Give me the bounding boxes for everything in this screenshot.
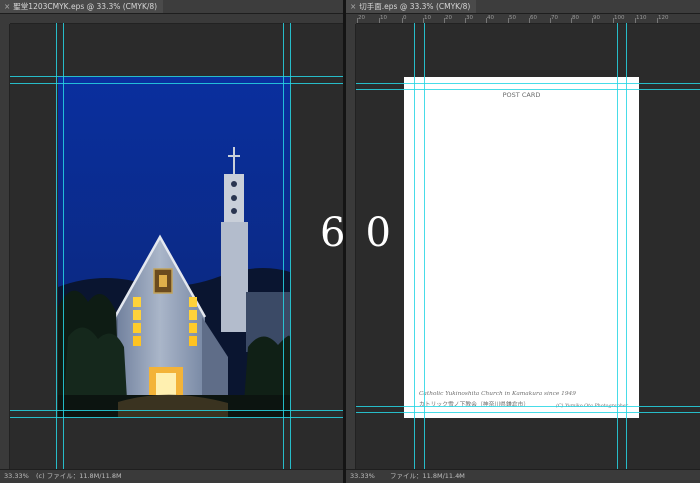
guide-horizontal[interactable] bbox=[10, 76, 343, 77]
postcard-heading: POST CARD bbox=[502, 91, 541, 99]
file-size-info: (c) ファイル：11.8M/11.8M bbox=[36, 472, 122, 480]
guide-vertical[interactable] bbox=[414, 23, 415, 470]
guide-vertical[interactable] bbox=[424, 23, 425, 470]
left-document-window: × 聖堂1203CMYK.eps @ 33.3% (CMYK/8) 33.33%… bbox=[0, 0, 343, 483]
church-photo-illustration bbox=[58, 77, 290, 417]
file-size-info: ファイル：11.8M/11.4M bbox=[390, 472, 465, 480]
ruler-label: 60 bbox=[529, 15, 537, 23]
ruler-label: 20 bbox=[357, 15, 365, 23]
left-status-bar: 33.33% (c) ファイル：11.8M/11.8M › bbox=[0, 469, 343, 483]
zoom-level[interactable]: 33.33% bbox=[350, 470, 375, 483]
overlay-number: 60 bbox=[320, 210, 411, 256]
guide-horizontal[interactable] bbox=[10, 83, 343, 84]
ruler-label: 0 bbox=[402, 15, 407, 23]
right-document-title: 切手面.eps @ 33.3% (CMYK/8) bbox=[359, 2, 471, 11]
guide-vertical[interactable] bbox=[63, 23, 64, 470]
church-photo bbox=[58, 77, 290, 417]
ruler-label: 90 bbox=[592, 15, 600, 23]
close-icon[interactable]: × bbox=[4, 2, 10, 11]
ruler-label: 10 bbox=[423, 15, 431, 23]
status-menu-caret-icon[interactable]: › bbox=[458, 470, 461, 483]
close-icon[interactable]: × bbox=[350, 2, 356, 11]
guide-vertical[interactable] bbox=[617, 23, 618, 470]
ruler-label: 20 bbox=[444, 15, 452, 23]
ruler-label: 30 bbox=[465, 15, 473, 23]
ruler-label: 40 bbox=[486, 15, 494, 23]
caption-english: Catholic Yukinoshita Church in Kamakura … bbox=[419, 391, 576, 397]
horizontal-ruler[interactable] bbox=[10, 14, 343, 24]
guide-vertical[interactable] bbox=[626, 23, 627, 470]
ruler-corner[interactable] bbox=[0, 14, 10, 24]
guide-horizontal[interactable] bbox=[356, 89, 700, 90]
zoom-level[interactable]: 33.33% bbox=[4, 470, 29, 483]
ruler-label: 70 bbox=[550, 15, 558, 23]
guide-horizontal[interactable] bbox=[356, 406, 700, 407]
ruler-label: 100 bbox=[613, 15, 625, 23]
vertical-ruler[interactable] bbox=[0, 24, 10, 469]
guide-horizontal[interactable] bbox=[10, 410, 343, 411]
guide-horizontal[interactable] bbox=[10, 417, 343, 418]
ruler-label: 10 bbox=[379, 15, 387, 23]
ruler-label: 50 bbox=[508, 15, 516, 23]
postcard-back: POST CARD Catholic Yukinoshita Church in… bbox=[404, 77, 639, 418]
left-document-tab[interactable]: × 聖堂1203CMYK.eps @ 33.3% (CMYK/8) bbox=[0, 0, 164, 13]
right-document-tab[interactable]: × 切手面.eps @ 33.3% (CMYK/8) bbox=[346, 0, 477, 13]
guide-vertical[interactable] bbox=[56, 23, 57, 470]
ruler-label: 120 bbox=[657, 15, 669, 23]
right-tab-bar: × 切手面.eps @ 33.3% (CMYK/8) bbox=[346, 0, 700, 14]
ruler-label: 110 bbox=[635, 15, 647, 23]
guide-horizontal[interactable] bbox=[356, 412, 700, 413]
right-status-bar: 33.33% ファイル：11.8M/11.4M › bbox=[346, 469, 700, 483]
ruler-label: 80 bbox=[571, 15, 579, 23]
guide-horizontal[interactable] bbox=[356, 83, 700, 84]
status-menu-caret-icon[interactable]: › bbox=[112, 470, 115, 483]
guide-vertical[interactable] bbox=[283, 23, 284, 470]
guide-vertical[interactable] bbox=[290, 23, 291, 470]
left-document-title: 聖堂1203CMYK.eps @ 33.3% (CMYK/8) bbox=[13, 2, 158, 11]
ruler-corner[interactable] bbox=[346, 14, 356, 24]
left-tab-bar: × 聖堂1203CMYK.eps @ 33.3% (CMYK/8) bbox=[0, 0, 343, 14]
horizontal-ruler[interactable]: 20 10 0 10 20 30 40 50 60 70 80 90 100 1… bbox=[356, 14, 700, 24]
